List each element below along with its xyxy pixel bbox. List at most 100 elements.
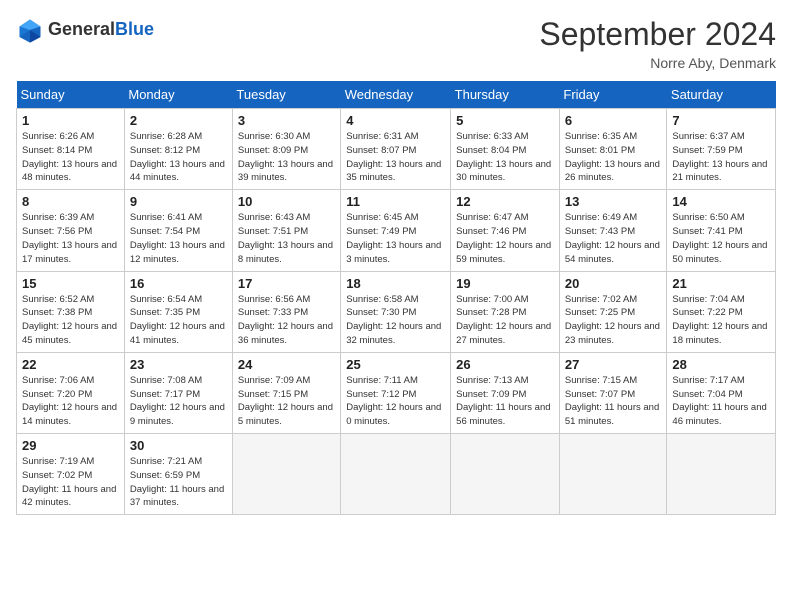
- day-info: Sunrise: 7:08 AMSunset: 7:17 PMDaylight:…: [130, 375, 225, 427]
- calendar-cell: [341, 434, 451, 515]
- day-info: Sunrise: 6:43 AMSunset: 7:51 PMDaylight:…: [238, 212, 333, 264]
- calendar-cell: 4 Sunrise: 6:31 AMSunset: 8:07 PMDaylight…: [341, 109, 451, 190]
- day-number: 15: [22, 276, 119, 291]
- col-monday: Monday: [124, 81, 232, 109]
- day-info: Sunrise: 6:37 AMSunset: 7:59 PMDaylight:…: [672, 131, 767, 183]
- day-info: Sunrise: 7:19 AMSunset: 7:02 PMDaylight:…: [22, 456, 116, 508]
- day-number: 16: [130, 276, 227, 291]
- calendar-cell: 22Sunrise: 7:06 AMSunset: 7:20 PMDayligh…: [17, 352, 125, 433]
- day-number: 7: [672, 113, 770, 128]
- calendar-cell: 11Sunrise: 6:45 AMSunset: 7:49 PMDayligh…: [341, 190, 451, 271]
- calendar-cell: 18 Sunrise: 6:58 AMSunset: 7:30 PMDayligh…: [341, 271, 451, 352]
- day-number: 24: [238, 357, 335, 372]
- logo-general: General: [48, 19, 115, 39]
- calendar-week-1: 1 Sunrise: 6:26 AMSunset: 8:14 PMDaylight…: [17, 109, 776, 190]
- calendar-cell: 21 Sunrise: 7:04 AMSunset: 7:22 PMDayligh…: [667, 271, 776, 352]
- calendar-cell: 8 Sunrise: 6:39 AMSunset: 7:56 PMDaylight…: [17, 190, 125, 271]
- day-number: 19: [456, 276, 554, 291]
- day-number: 26: [456, 357, 554, 372]
- calendar-cell: 2 Sunrise: 6:28 AMSunset: 8:12 PMDaylight…: [124, 109, 232, 190]
- col-saturday: Saturday: [667, 81, 776, 109]
- day-info: Sunrise: 6:39 AMSunset: 7:56 PMDaylight:…: [22, 212, 117, 264]
- calendar-cell: 15Sunrise: 6:52 AMSunset: 7:38 PMDayligh…: [17, 271, 125, 352]
- day-number: 18: [346, 276, 445, 291]
- calendar-cell: 19 Sunrise: 7:00 AMSunset: 7:28 PMDayligh…: [451, 271, 560, 352]
- day-info: Sunrise: 6:35 AMSunset: 8:01 PMDaylight:…: [565, 131, 660, 183]
- day-number: 28: [672, 357, 770, 372]
- day-info: Sunrise: 7:13 AMSunset: 7:09 PMDaylight:…: [456, 375, 550, 427]
- day-info: Sunrise: 6:28 AMSunset: 8:12 PMDaylight:…: [130, 131, 225, 183]
- day-number: 6: [565, 113, 662, 128]
- day-number: 2: [130, 113, 227, 128]
- calendar-cell: 30 Sunrise: 7:21 AMSunset: 6:59 PMDayligh…: [124, 434, 232, 515]
- logo: GeneralBlue: [16, 16, 154, 44]
- day-info: Sunrise: 6:56 AMSunset: 7:33 PMDaylight:…: [238, 294, 333, 346]
- page: GeneralBlue September 2024 Norre Aby, De…: [0, 0, 792, 612]
- day-number: 30: [130, 438, 227, 453]
- day-number: 17: [238, 276, 335, 291]
- calendar-cell: 5Sunrise: 6:33 AMSunset: 8:04 PMDaylight…: [451, 109, 560, 190]
- day-number: 23: [130, 357, 227, 372]
- calendar-cell: [232, 434, 340, 515]
- calendar-cell: 26 Sunrise: 7:13 AMSunset: 7:09 PMDayligh…: [451, 352, 560, 433]
- day-number: 9: [130, 194, 227, 209]
- day-number: 25: [346, 357, 445, 372]
- day-number: 1: [22, 113, 119, 128]
- day-info: Sunrise: 6:49 AMSunset: 7:43 PMDaylight:…: [565, 212, 660, 264]
- calendar: Sunday Monday Tuesday Wednesday Thursday…: [16, 81, 776, 515]
- col-friday: Friday: [559, 81, 667, 109]
- calendar-cell: 17 Sunrise: 6:56 AMSunset: 7:33 PMDayligh…: [232, 271, 340, 352]
- calendar-cell: 16 Sunrise: 6:54 AMSunset: 7:35 PMDayligh…: [124, 271, 232, 352]
- col-tuesday: Tuesday: [232, 81, 340, 109]
- calendar-cell: 20Sunrise: 7:02 AMSunset: 7:25 PMDayligh…: [559, 271, 667, 352]
- calendar-cell: [559, 434, 667, 515]
- day-number: 5: [456, 113, 554, 128]
- calendar-cell: 3 Sunrise: 6:30 AMSunset: 8:09 PMDaylight…: [232, 109, 340, 190]
- calendar-cell: 1 Sunrise: 6:26 AMSunset: 8:14 PMDaylight…: [17, 109, 125, 190]
- day-info: Sunrise: 6:50 AMSunset: 7:41 PMDaylight:…: [672, 212, 767, 264]
- calendar-header-row: Sunday Monday Tuesday Wednesday Thursday…: [17, 81, 776, 109]
- day-info: Sunrise: 6:58 AMSunset: 7:30 PMDaylight:…: [346, 294, 441, 346]
- calendar-cell: [667, 434, 776, 515]
- calendar-week-2: 8 Sunrise: 6:39 AMSunset: 7:56 PMDaylight…: [17, 190, 776, 271]
- location: Norre Aby, Denmark: [539, 55, 776, 71]
- day-number: 14: [672, 194, 770, 209]
- calendar-cell: 25 Sunrise: 7:11 AMSunset: 7:12 PMDayligh…: [341, 352, 451, 433]
- calendar-cell: 10Sunrise: 6:43 AMSunset: 7:51 PMDayligh…: [232, 190, 340, 271]
- calendar-week-3: 15Sunrise: 6:52 AMSunset: 7:38 PMDayligh…: [17, 271, 776, 352]
- col-wednesday: Wednesday: [341, 81, 451, 109]
- day-info: Sunrise: 6:54 AMSunset: 7:35 PMDaylight:…: [130, 294, 225, 346]
- day-number: 20: [565, 276, 662, 291]
- day-number: 8: [22, 194, 119, 209]
- calendar-cell: 6 Sunrise: 6:35 AMSunset: 8:01 PMDaylight…: [559, 109, 667, 190]
- day-info: Sunrise: 6:41 AMSunset: 7:54 PMDaylight:…: [130, 212, 225, 264]
- logo-icon: [16, 16, 44, 44]
- day-number: 21: [672, 276, 770, 291]
- day-info: Sunrise: 7:00 AMSunset: 7:28 PMDaylight:…: [456, 294, 551, 346]
- calendar-cell: 24 Sunrise: 7:09 AMSunset: 7:15 PMDayligh…: [232, 352, 340, 433]
- calendar-cell: 9 Sunrise: 6:41 AMSunset: 7:54 PMDaylight…: [124, 190, 232, 271]
- header: GeneralBlue September 2024 Norre Aby, De…: [16, 16, 776, 71]
- day-info: Sunrise: 6:26 AMSunset: 8:14 PMDaylight:…: [22, 131, 117, 183]
- calendar-cell: 23 Sunrise: 7:08 AMSunset: 7:17 PMDayligh…: [124, 352, 232, 433]
- day-info: Sunrise: 6:30 AMSunset: 8:09 PMDaylight:…: [238, 131, 333, 183]
- calendar-cell: 12Sunrise: 6:47 AMSunset: 7:46 PMDayligh…: [451, 190, 560, 271]
- col-thursday: Thursday: [451, 81, 560, 109]
- calendar-cell: 7 Sunrise: 6:37 AMSunset: 7:59 PMDaylight…: [667, 109, 776, 190]
- day-number: 27: [565, 357, 662, 372]
- day-info: Sunrise: 7:21 AMSunset: 6:59 PMDaylight:…: [130, 456, 224, 508]
- calendar-cell: 13 Sunrise: 6:49 AMSunset: 7:43 PMDayligh…: [559, 190, 667, 271]
- day-number: 13: [565, 194, 662, 209]
- day-number: 3: [238, 113, 335, 128]
- day-info: Sunrise: 6:31 AMSunset: 8:07 PMDaylight:…: [346, 131, 441, 183]
- day-number: 12: [456, 194, 554, 209]
- day-info: Sunrise: 7:17 AMSunset: 7:04 PMDaylight:…: [672, 375, 766, 427]
- day-info: Sunrise: 6:45 AMSunset: 7:49 PMDaylight:…: [346, 212, 441, 264]
- day-info: Sunrise: 7:11 AMSunset: 7:12 PMDaylight:…: [346, 375, 441, 427]
- day-number: 22: [22, 357, 119, 372]
- day-info: Sunrise: 7:09 AMSunset: 7:15 PMDaylight:…: [238, 375, 333, 427]
- calendar-cell: 14 Sunrise: 6:50 AMSunset: 7:41 PMDayligh…: [667, 190, 776, 271]
- calendar-week-5: 29Sunrise: 7:19 AMSunset: 7:02 PMDayligh…: [17, 434, 776, 515]
- day-info: Sunrise: 7:04 AMSunset: 7:22 PMDaylight:…: [672, 294, 767, 346]
- day-number: 4: [346, 113, 445, 128]
